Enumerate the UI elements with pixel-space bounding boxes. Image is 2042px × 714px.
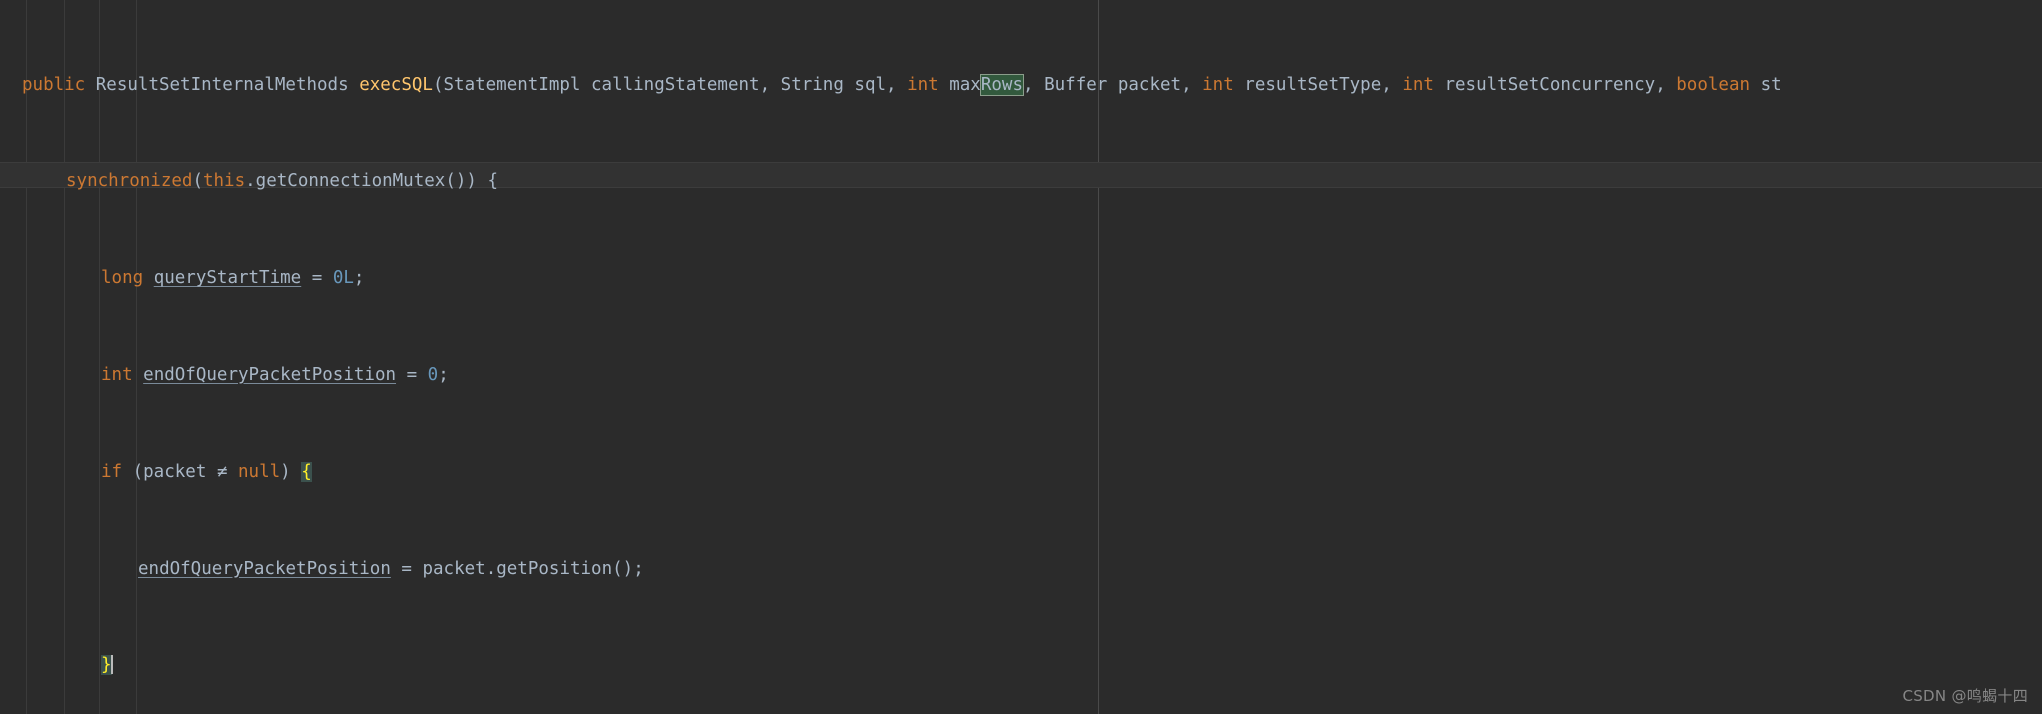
- token-semicolon-3: ;: [353, 268, 365, 289]
- token-keyword-public: public: [22, 74, 86, 95]
- token-operator-not-equal: ≠: [216, 461, 228, 482]
- token-local-endofquerypacketposition-2: endOfQueryPacketPosition: [138, 558, 391, 579]
- csdn-watermark: CSDN @鸣蝎十四: [1902, 687, 2028, 705]
- token-keyword-int-1: int: [907, 74, 939, 95]
- token-param-sql: sql,: [843, 74, 908, 95]
- token-paren-close-5: ): [280, 461, 302, 482]
- token-local-querystarttime: queryStartTime: [153, 268, 302, 289]
- token-param-resultsetconcurrency: resultSetConcurrency,: [1433, 74, 1677, 95]
- token-cond-packet: (packet: [122, 461, 217, 482]
- code-content[interactable]: public ResultSetInternalMethods execSQL(…: [0, 0, 2042, 714]
- token-keyword-null: null: [238, 461, 281, 482]
- token-keyword-int-4: int: [101, 365, 133, 385]
- brace-match-open: {: [301, 461, 312, 482]
- token-call-getconnectionmutex: .getConnectionMutex()) {: [245, 171, 499, 192]
- token-keyword-long: long: [101, 268, 144, 289]
- token-assign-3: =: [301, 268, 333, 289]
- token-local-endofquerypacketposition: endOfQueryPacketPosition: [143, 365, 397, 385]
- token-number-0l: 0L: [332, 268, 354, 289]
- text-caret: [110, 655, 113, 675]
- token-param-packet: packet,: [1107, 74, 1203, 95]
- code-line-2[interactable]: synchronized(this.getConnectionMutex()) …: [0, 169, 2042, 193]
- code-line-4[interactable]: int endOfQueryPacketPosition = 0;: [0, 363, 2042, 387]
- token-keyword-this-2: this: [202, 171, 246, 192]
- token-param-max: max: [938, 74, 981, 95]
- token-type-string: String: [780, 74, 844, 95]
- code-editor[interactable]: public ResultSetInternalMethods execSQL(…: [0, 0, 2042, 714]
- token-type-statementimpl: StatementImpl: [443, 74, 581, 95]
- token-call-getposition: = packet.getPosition();: [390, 558, 644, 579]
- token-keyword-int-3: int: [1402, 74, 1434, 95]
- code-line-3[interactable]: long queryStartTime = 0L;: [0, 266, 2042, 290]
- search-match-highlight[interactable]: Rows: [980, 74, 1024, 95]
- token-semicolon-4: ;: [438, 365, 449, 385]
- code-line-1[interactable]: public ResultSetInternalMethods execSQL(…: [0, 73, 2042, 97]
- token-keyword-int-2: int: [1202, 74, 1234, 95]
- code-line-7[interactable]: }: [0, 653, 2042, 677]
- token-keyword-synchronized: synchronized: [66, 171, 193, 192]
- token-return-type: ResultSetInternalMethods: [95, 74, 349, 95]
- token-method-name: execSQL: [359, 74, 433, 95]
- token-paren-open-2: (: [192, 171, 203, 192]
- token-param-resultsettype: resultSetType,: [1233, 74, 1403, 95]
- token-type-buffer: Buffer: [1044, 74, 1108, 95]
- code-line-5[interactable]: if (packet ≠ null) {: [0, 460, 2042, 484]
- token-keyword-boolean: boolean: [1676, 74, 1751, 95]
- token-number-0: 0: [427, 365, 439, 385]
- code-line-6[interactable]: endOfQueryPacketPosition = packet.getPos…: [0, 557, 2042, 581]
- token-paren-open: (: [432, 74, 444, 95]
- token-comma-1: ,: [1023, 74, 1045, 95]
- token-keyword-if-5: if: [101, 461, 123, 482]
- token-assign-4: =: [396, 365, 428, 385]
- token-param-truncated: st: [1750, 74, 1782, 95]
- token-param-callingstatement: callingStatement,: [580, 74, 781, 95]
